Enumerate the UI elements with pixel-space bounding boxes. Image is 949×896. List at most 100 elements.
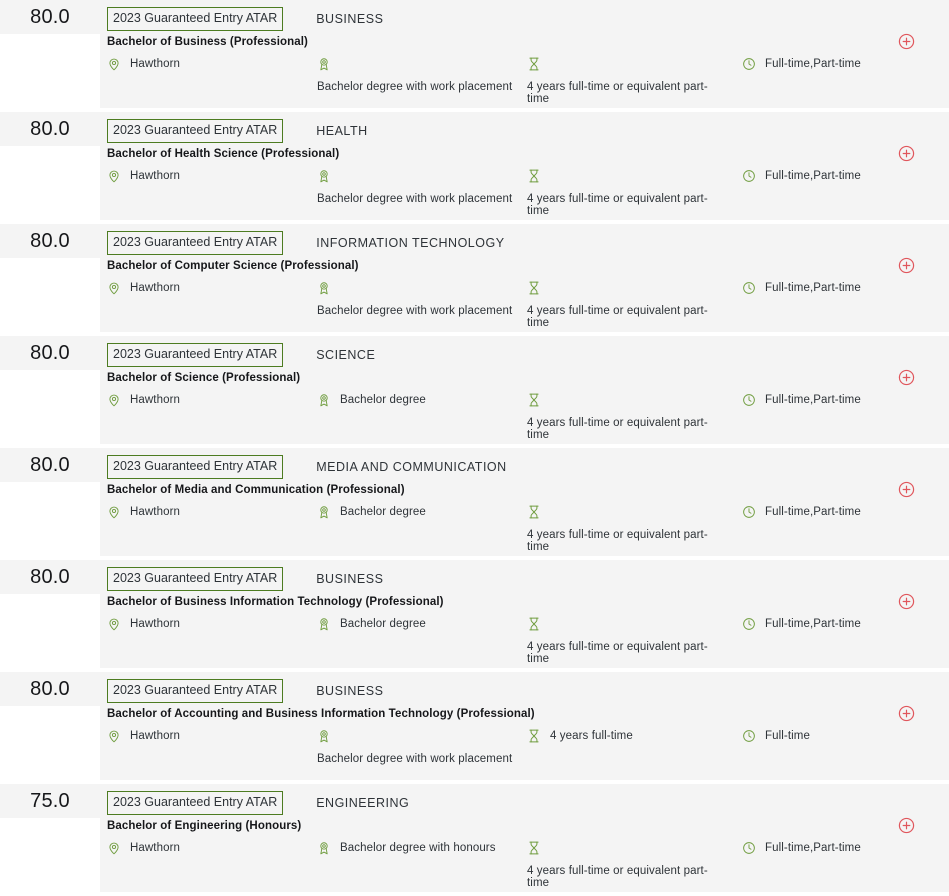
attr-duration: 4 years full-time or equivalent part-tim… — [527, 505, 727, 553]
course-content: 2023 Guaranteed Entry ATAR BUSINESS Bachel… — [100, 560, 949, 668]
attr-duration-label: 4 years full-time or equivalent part-tim… — [527, 417, 708, 441]
clock-icon — [742, 505, 756, 519]
add-circle-icon[interactable] — [898, 369, 915, 386]
attr-level: Bachelor degree with honours — [317, 841, 496, 855]
course-header: 2023 Guaranteed Entry ATAR HEALTH — [107, 119, 368, 143]
attr-level-label: Bachelor degree — [340, 394, 426, 406]
course-content: 2023 Guaranteed Entry ATAR SCIENCE Bachelo… — [100, 336, 949, 444]
add-circle-icon[interactable] — [898, 33, 915, 50]
course-row[interactable]: 80.0 2023 Guaranteed Entry ATAR SCIENCE Bac… — [0, 336, 949, 444]
course-row[interactable]: 80.0 2023 Guaranteed Entry ATAR HEALTH Bach… — [0, 112, 949, 220]
guaranteed-entry-atar-badge: 2023 Guaranteed Entry ATAR — [107, 567, 284, 591]
course-attributes: Hawthorn Bachelor degree 4 years full-time… — [100, 393, 949, 443]
course-title[interactable]: Bachelor of Computer Science (Profession… — [107, 260, 359, 272]
add-circle-icon[interactable] — [898, 145, 915, 162]
course-title[interactable]: Bachelor of Business Information Technol… — [107, 596, 444, 608]
course-content: 2023 Guaranteed Entry ATAR BUSINESS Bachel… — [100, 0, 949, 108]
course-attributes: Hawthorn Bachelor degree with honours 4 ye… — [100, 841, 949, 891]
score-chip: 80.0 — [0, 224, 100, 258]
attr-location-label: Hawthorn — [130, 58, 181, 70]
attr-location: Hawthorn — [107, 729, 180, 743]
attr-duration: 4 years full-time or equivalent part-tim… — [527, 281, 727, 329]
add-circle-icon[interactable] — [898, 257, 915, 274]
course-title[interactable]: Bachelor of Business (Professional) — [107, 36, 308, 48]
attr-mode-label: Full-time — [765, 730, 810, 742]
attr-mode-label: Full-time,Part-time — [765, 170, 861, 182]
course-row[interactable]: 80.0 2023 Guaranteed Entry ATAR BUSINESS Ba… — [0, 672, 949, 780]
clock-icon — [742, 617, 756, 631]
hourglass-icon — [527, 169, 541, 183]
course-row[interactable]: 80.0 2023 Guaranteed Entry ATAR MEDIA AND … — [0, 448, 949, 556]
add-circle-icon[interactable] — [898, 817, 915, 834]
course-row[interactable]: 80.0 2023 Guaranteed Entry ATAR INFORMATIO… — [0, 224, 949, 332]
attr-duration-label: 4 years full-time or equivalent part-tim… — [527, 641, 708, 665]
attr-level-label: Bachelor degree — [340, 618, 426, 630]
attr-mode: Full-time,Part-time — [742, 281, 861, 295]
attr-mode: Full-time,Part-time — [742, 505, 861, 519]
course-title[interactable]: Bachelor of Engineering (Honours) — [107, 820, 301, 832]
clock-icon — [742, 169, 756, 183]
course-title[interactable]: Bachelor of Health Science (Professional… — [107, 148, 339, 160]
attr-location-label: Hawthorn — [130, 618, 181, 630]
award-medal-icon — [317, 393, 331, 407]
hourglass-icon — [527, 281, 541, 295]
score-column: 75.0 — [0, 784, 100, 892]
course-title[interactable]: Bachelor of Science (Professional) — [107, 372, 300, 384]
attr-level: Bachelor degree — [317, 505, 426, 519]
attr-level-label: Bachelor degree with honours — [340, 842, 496, 854]
attr-level: Bachelor degree with work placement — [317, 57, 512, 93]
attr-location-label: Hawthorn — [130, 282, 181, 294]
score-column: 80.0 — [0, 672, 100, 780]
atar-score: 80.0 — [30, 341, 70, 364]
course-header: 2023 Guaranteed Entry ATAR ENGINEERING — [107, 791, 409, 815]
attr-duration-label: 4 years full-time or equivalent part-tim… — [527, 865, 708, 889]
attr-duration: 4 years full-time or equivalent part-tim… — [527, 617, 727, 665]
attr-mode: Full-time,Part-time — [742, 57, 861, 71]
score-column: 80.0 — [0, 560, 100, 668]
attr-duration-label: 4 years full-time or equivalent part-tim… — [527, 529, 708, 553]
clock-icon — [742, 57, 756, 71]
hourglass-icon — [527, 505, 541, 519]
attr-level-label: Bachelor degree with work placement — [317, 753, 513, 765]
attr-location: Hawthorn — [107, 281, 180, 295]
atar-score: 80.0 — [30, 453, 70, 476]
guaranteed-entry-atar-badge: 2023 Guaranteed Entry ATAR — [107, 679, 284, 703]
course-row[interactable]: 80.0 2023 Guaranteed Entry ATAR BUSINESS Ba… — [0, 0, 949, 108]
course-content: 2023 Guaranteed Entry ATAR BUSINESS Bachel… — [100, 672, 949, 780]
atar-score: 80.0 — [30, 117, 70, 140]
course-row[interactable]: 75.0 2023 Guaranteed Entry ATAR ENGINEERIN… — [0, 784, 949, 892]
location-pin-icon — [107, 505, 121, 519]
attr-location: Hawthorn — [107, 841, 180, 855]
attr-level: Bachelor degree with work placement — [317, 169, 512, 205]
award-medal-icon — [317, 841, 331, 855]
location-pin-icon — [107, 57, 121, 71]
attr-level: Bachelor degree with work placement — [317, 281, 512, 317]
guaranteed-entry-atar-badge: 2023 Guaranteed Entry ATAR — [107, 119, 284, 143]
score-chip: 80.0 — [0, 0, 100, 34]
add-circle-icon[interactable] — [898, 481, 915, 498]
course-row[interactable]: 80.0 2023 Guaranteed Entry ATAR BUSINESS Ba… — [0, 560, 949, 668]
course-attributes: Hawthorn Bachelor degree 4 years full-time… — [100, 617, 949, 667]
attr-mode: Full-time,Part-time — [742, 393, 861, 407]
hourglass-icon — [527, 729, 541, 743]
add-circle-icon[interactable] — [898, 705, 915, 722]
location-pin-icon — [107, 281, 121, 295]
attr-duration: 4 years full-time or equivalent part-tim… — [527, 841, 727, 889]
study-area-label: BUSINESS — [316, 571, 384, 586]
attr-duration-label: 4 years full-time or equivalent part-tim… — [527, 193, 708, 217]
hourglass-icon — [527, 393, 541, 407]
study-area-label: BUSINESS — [316, 11, 384, 26]
atar-score: 80.0 — [30, 5, 70, 28]
award-medal-icon — [317, 729, 331, 743]
guaranteed-entry-atar-badge: 2023 Guaranteed Entry ATAR — [107, 231, 284, 255]
study-area-label: INFORMATION TECHNOLOGY — [316, 235, 505, 250]
course-title[interactable]: Bachelor of Accounting and Business Info… — [107, 708, 535, 720]
add-circle-icon[interactable] — [898, 593, 915, 610]
location-pin-icon — [107, 617, 121, 631]
attr-level: Bachelor degree — [317, 393, 426, 407]
study-area-label: MEDIA AND COMMUNICATION — [316, 459, 507, 474]
course-title[interactable]: Bachelor of Media and Communication (Pro… — [107, 484, 405, 496]
study-area-label: SCIENCE — [316, 347, 376, 362]
attr-location: Hawthorn — [107, 617, 180, 631]
course-attributes: Hawthorn Bachelor degree with work placem… — [100, 729, 949, 779]
